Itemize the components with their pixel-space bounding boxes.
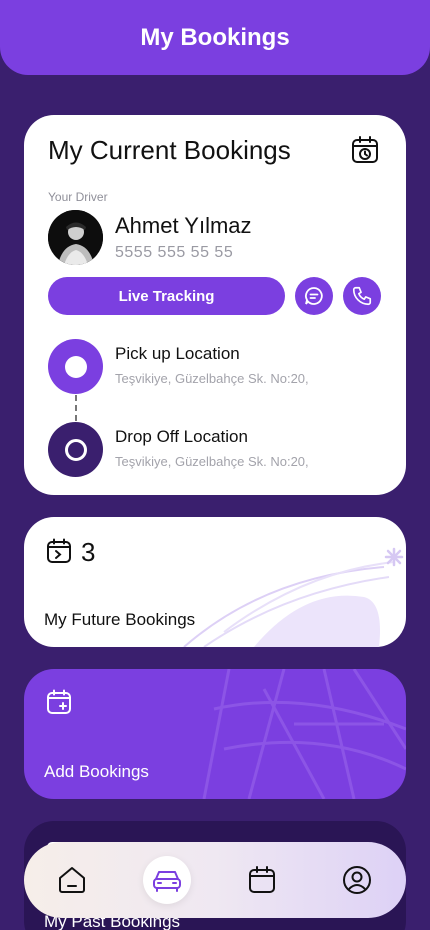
calendar-arrow-icon	[47, 538, 71, 563]
pickup-title: Pick up Location	[115, 344, 240, 363]
chat-icon	[305, 287, 323, 305]
future-bookings-card[interactable]: 3 My Future Bookings	[24, 517, 406, 647]
profile-icon	[343, 866, 371, 894]
page-title: My Bookings	[140, 23, 290, 51]
car-icon	[153, 871, 181, 892]
driver-phone: 5555 555 55 55	[115, 244, 234, 261]
app-header: My Bookings	[0, 0, 430, 75]
pickup-marker-icon	[48, 339, 103, 394]
current-bookings-title: My Current Bookings	[48, 135, 291, 165]
call-driver-button[interactable]	[343, 277, 381, 315]
add-bookings-label: Add Bookings	[44, 762, 149, 781]
nav-profile[interactable]	[333, 856, 381, 904]
pickup-address: Teşvikiye, Güzelbahçe Sk. No:20,	[115, 371, 309, 386]
live-tracking-button[interactable]: Live Tracking	[48, 277, 285, 315]
dropoff-address: Teşvikiye, Güzelbahçe Sk. No:20,	[115, 454, 309, 469]
dropoff-marker-icon	[48, 422, 103, 477]
driver-label: Your Driver	[48, 190, 108, 204]
nav-bookings[interactable]	[143, 856, 191, 904]
future-bookings-label: My Future Bookings	[44, 610, 196, 629]
driver-avatar	[48, 210, 103, 265]
route-divider	[75, 395, 77, 421]
future-bookings-count: 3	[81, 537, 96, 567]
home-icon	[59, 867, 85, 893]
bottom-navigation	[24, 842, 406, 918]
driver-name: Ahmet Yılmaz	[115, 213, 252, 238]
phone-icon	[352, 286, 372, 306]
calendar-add-icon	[47, 689, 71, 714]
nav-home[interactable]	[48, 856, 96, 904]
calendar-icon	[249, 866, 275, 893]
dropoff-title: Drop Off Location	[115, 427, 248, 446]
calendar-clock-icon[interactable]	[350, 135, 380, 165]
add-bookings-card[interactable]: Add Bookings	[24, 669, 406, 799]
message-driver-button[interactable]	[295, 277, 333, 315]
nav-calendar[interactable]	[238, 856, 286, 904]
current-booking-card: My Current Bookings Your Driver Ahmet Yı…	[24, 115, 406, 495]
